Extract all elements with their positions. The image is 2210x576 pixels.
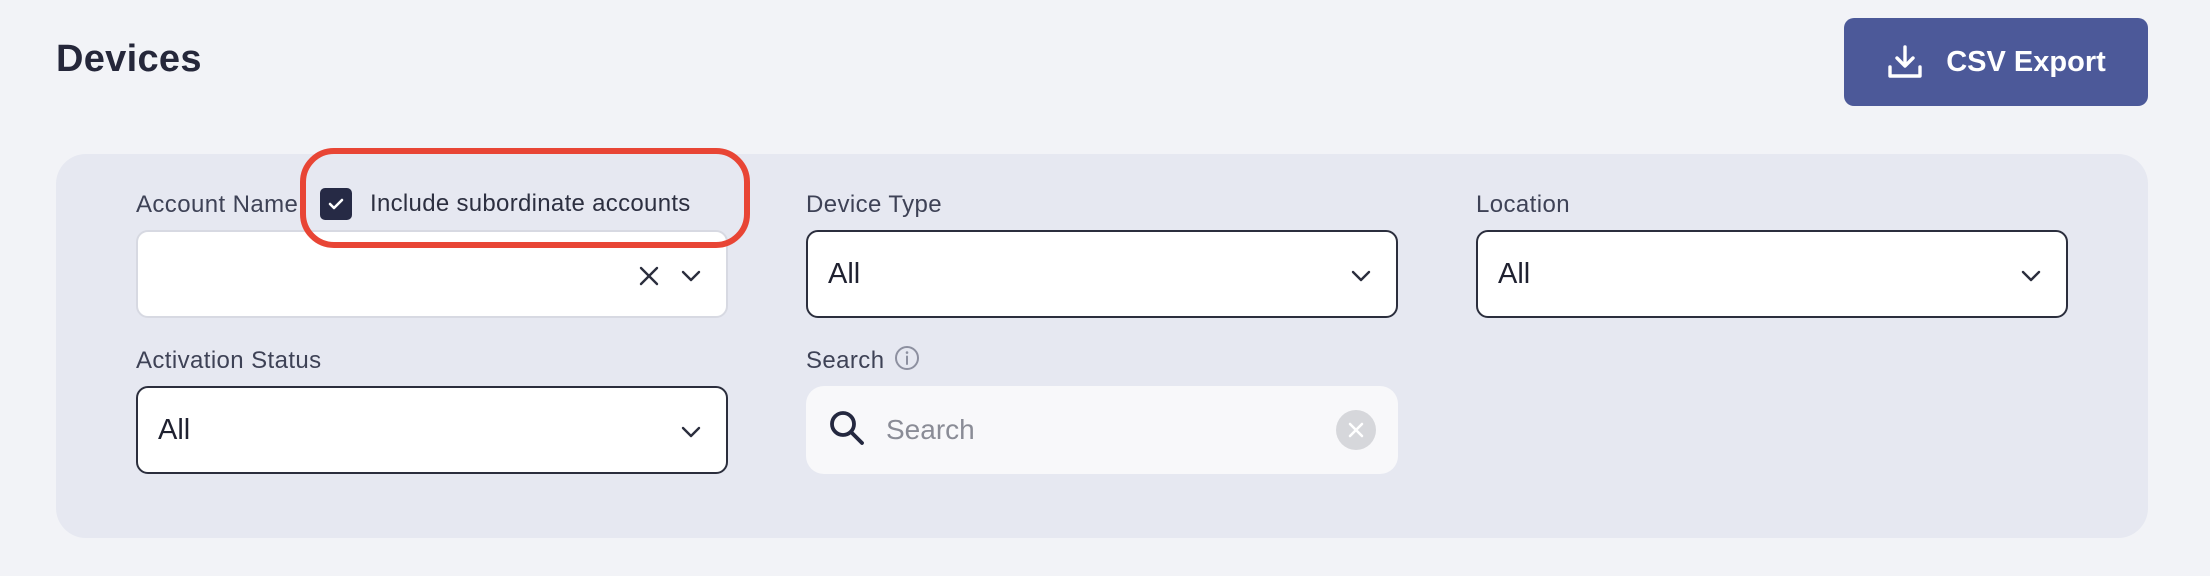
chevron-down-icon	[1350, 265, 1372, 287]
include-subordinate-checkbox[interactable]	[320, 188, 352, 220]
page-title: Devices	[56, 38, 202, 80]
location-value: All	[1498, 257, 1531, 290]
chevron-down-icon	[680, 421, 702, 443]
activation-status-field: Activation Status	[136, 346, 322, 376]
search-field: Search	[806, 345, 920, 378]
device-type-label: Device Type	[806, 191, 943, 218]
search-input[interactable]	[886, 400, 1336, 460]
search-label-row: Search	[806, 345, 920, 378]
activation-status-value: All	[158, 413, 191, 446]
location-label: Location	[1476, 191, 1570, 218]
activation-status-select[interactable]: All	[136, 386, 728, 474]
csv-export-button[interactable]: CSV Export	[1844, 18, 2148, 106]
close-icon[interactable]	[638, 265, 660, 287]
clear-search-icon[interactable]	[1336, 410, 1376, 450]
chevron-down-icon	[2020, 265, 2042, 287]
csv-export-label: CSV Export	[1946, 45, 2106, 78]
search-box[interactable]	[806, 386, 1398, 474]
activation-status-label: Activation Status	[136, 347, 322, 374]
device-type-field: Device Type	[806, 190, 942, 220]
account-name-label: Account Name	[136, 191, 299, 218]
account-name-select[interactable]	[136, 230, 728, 318]
include-subordinate-checkbox-row[interactable]: Include subordinate accounts	[320, 188, 691, 220]
account-name-field: Account Name	[136, 190, 298, 220]
include-subordinate-label: Include subordinate accounts	[370, 190, 691, 217]
chevron-down-icon[interactable]	[680, 265, 702, 287]
info-icon[interactable]	[894, 345, 920, 378]
location-select[interactable]: All	[1476, 230, 2068, 318]
device-type-value: All	[828, 257, 861, 290]
search-label: Search	[806, 347, 885, 374]
search-icon	[828, 409, 866, 452]
download-icon	[1886, 43, 1924, 81]
device-type-select[interactable]: All	[806, 230, 1398, 318]
location-field: Location	[1476, 190, 1570, 220]
